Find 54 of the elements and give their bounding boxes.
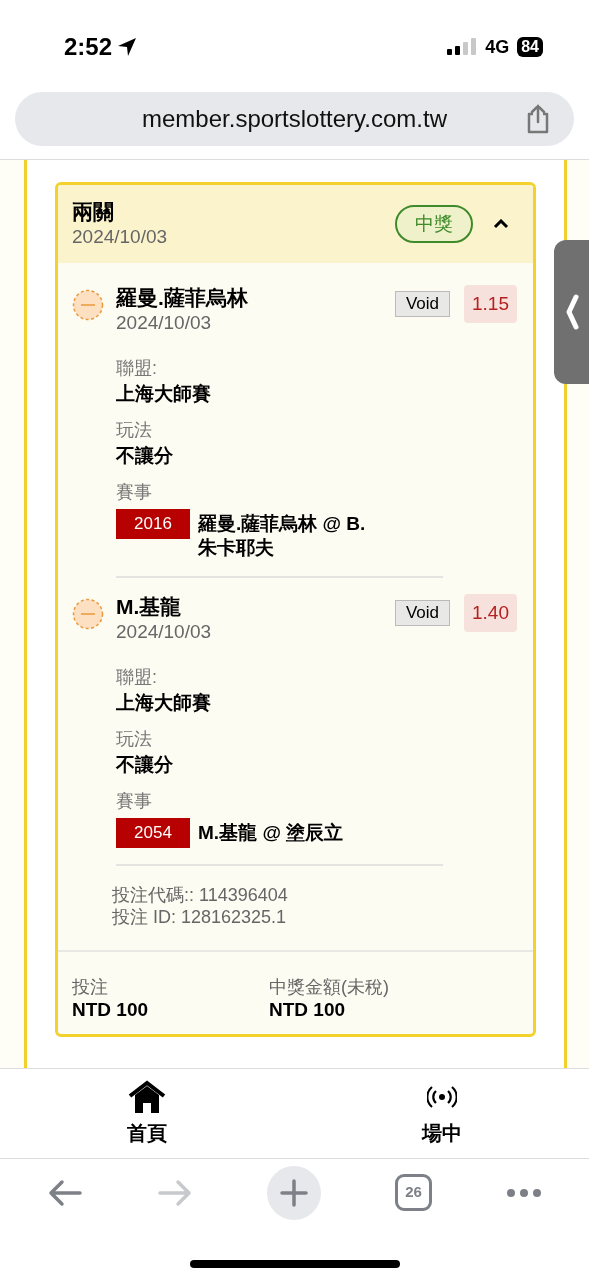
- amount-label: 中獎金額(未稅): [269, 976, 389, 998]
- nav-label: 場中: [421, 1120, 462, 1146]
- tab-count-button[interactable]: 26: [395, 1174, 432, 1211]
- event-name: 羅曼.薩菲烏林 @ B. 朱卡耶夫: [198, 512, 367, 560]
- leg-date: 2024/10/03: [116, 311, 213, 335]
- nav-tab[interactable]: 首頁: [0, 1069, 295, 1158]
- more-icon[interactable]: [506, 1187, 542, 1198]
- field-label: 聯盟:: [116, 357, 158, 380]
- field-label: 賽事: [116, 481, 153, 504]
- network-label: 4G: [485, 35, 510, 59]
- void-status-icon: [72, 289, 104, 321]
- leg-date: 2024/10/03: [116, 620, 212, 644]
- home-icon: [128, 1079, 167, 1114]
- event-code: 2054: [116, 818, 190, 848]
- amount-value: NTD 100: [269, 998, 347, 1022]
- status-badge: 中獎: [395, 205, 473, 243]
- field-label: 玩法: [116, 728, 153, 751]
- bet-type: 兩關: [72, 199, 115, 225]
- bet-code: 投注代碼:: 114396404: [112, 884, 289, 906]
- battery-indicator: 84: [517, 37, 543, 57]
- back-arrow-icon[interactable]: [47, 1177, 83, 1208]
- url-text: member.sportslottery.com.tw: [142, 104, 447, 134]
- field-value: 不讓分: [116, 444, 174, 468]
- void-status-icon: [72, 598, 104, 630]
- odds-value: 1.15: [464, 285, 517, 323]
- field-label: 玩法: [116, 419, 153, 442]
- field-value: 上海大師賽: [116, 382, 212, 406]
- status-time: 2:52: [64, 32, 113, 62]
- event-code: 2016: [116, 509, 190, 539]
- field-label: 賽事: [116, 790, 153, 813]
- chevron-up-icon[interactable]: [493, 219, 509, 229]
- result-tag: Void: [394, 291, 450, 317]
- field-label: 聯盟:: [116, 666, 158, 689]
- field-value: 上海大師賽: [116, 691, 212, 715]
- new-tab-button[interactable]: [267, 1165, 321, 1220]
- odds-value: 1.40: [464, 594, 517, 632]
- result-tag: Void: [394, 600, 450, 626]
- amount-value: NTD 100: [72, 998, 150, 1022]
- signal-icon: [447, 38, 478, 56]
- bet-code: 投注 ID: 128162325.1: [112, 906, 288, 928]
- leg-title: 羅曼.薩菲烏林: [116, 285, 248, 311]
- nav-tab[interactable]: 場中: [294, 1069, 589, 1158]
- nav-label: 首頁: [127, 1120, 168, 1146]
- chevron-left-icon: [564, 294, 579, 330]
- field-value: 不讓分: [116, 753, 174, 777]
- address-bar[interactable]: member.sportslottery.com.tw: [15, 92, 574, 146]
- event-name: M.基龍 @ 塗辰立: [198, 821, 345, 845]
- plus-icon: [279, 1177, 309, 1208]
- side-drawer-tab[interactable]: [554, 240, 589, 384]
- broadcast-icon: [426, 1083, 457, 1110]
- leg-title: M.基龍: [116, 594, 183, 620]
- amount-label: 投注: [72, 976, 109, 998]
- bet-date: 2024/10/03: [72, 225, 168, 249]
- location-arrow-icon: [116, 36, 139, 58]
